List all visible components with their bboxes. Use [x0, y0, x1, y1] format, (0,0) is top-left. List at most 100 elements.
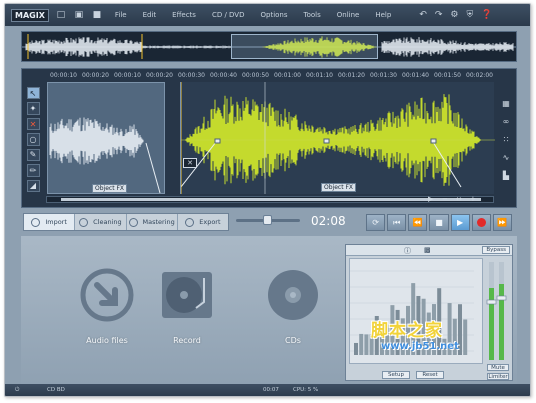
source-cds[interactable]: CDs [247, 254, 339, 364]
delete-tool-icon[interactable]: ✕ [26, 117, 40, 131]
scroll-thumb[interactable] [61, 198, 481, 201]
source-label-cds: CDs [285, 336, 301, 345]
shield-icon[interactable]: ⛨ [467, 10, 474, 20]
spectrum-view-icon[interactable]: ▙ [501, 171, 512, 180]
limiter-button[interactable]: Limiter [487, 373, 509, 380]
snap-icon[interactable]: ∷ [501, 135, 512, 144]
menu-item-edit[interactable]: Edit [143, 11, 157, 19]
record-icon[interactable] [471, 214, 491, 231]
tab-mastering-label: Mastering [142, 218, 175, 226]
tab-export[interactable]: Export [178, 214, 228, 230]
crossfade-icon[interactable]: ✕ [183, 158, 197, 168]
volume-tool-icon[interactable]: ◢ [26, 179, 40, 192]
tab-import-label: Import [45, 218, 67, 226]
zoom-in-icon[interactable]: + [470, 195, 476, 203]
ruler-tick-label: 00:02:00 [466, 72, 493, 79]
info-icon[interactable]: ⓘ [404, 246, 411, 256]
zoom-out-icon[interactable]: − [442, 195, 448, 203]
source-record[interactable]: Record [141, 254, 233, 364]
menu-item-file[interactable]: File [115, 11, 127, 19]
tab-export-label: Export [199, 218, 221, 226]
volume-slider[interactable] [236, 215, 300, 225]
object-fx-button-left[interactable]: Object FX [92, 184, 128, 193]
ruler-tick-label: 00:01:10 [306, 72, 333, 79]
ruler-tick-label: 00:00:40 [210, 72, 237, 79]
main-menu: File Edit Effects CD / DVD Options Tools… [115, 11, 407, 19]
overview-waveform[interactable] [21, 31, 517, 62]
wave-view-icon[interactable]: ∿ [501, 153, 512, 162]
source-label-audio-files: Audio files [86, 336, 128, 345]
menu-item-effects[interactable]: Effects [172, 11, 196, 19]
play-small-icon[interactable]: ▶ [428, 195, 433, 203]
tab-import[interactable]: Import [24, 214, 76, 230]
tab-mastering[interactable]: Mastering [127, 214, 178, 230]
spectrum-icon[interactable]: ▩ [424, 246, 431, 254]
app-logo: MAGIX [11, 8, 49, 22]
mastering-tab-icon [128, 217, 138, 227]
pointer-tool-icon[interactable]: ↖ [26, 87, 40, 100]
ruler-tick-label: 00:01:20 [338, 72, 365, 79]
source-audio-files[interactable]: Audio files [61, 254, 153, 364]
cut-tool-icon[interactable]: ✦ [26, 102, 40, 115]
ruler-tick-label: 00:00:20 [146, 72, 173, 79]
pencil-tool-icon[interactable]: ✎ [26, 148, 40, 162]
settings-icon[interactable]: ⚙ [450, 10, 458, 20]
ruler-tick-label: 00:00:50 [242, 72, 269, 79]
export-tab-icon [185, 217, 195, 227]
zoom-tool-icon[interactable]: ○ [26, 133, 40, 146]
waveform-right [181, 82, 495, 194]
time-display: 02:08 [311, 214, 346, 228]
menu-item-options[interactable]: Options [261, 11, 288, 19]
horizontal-scrollbar[interactable] [46, 196, 494, 203]
level-meters [486, 258, 509, 364]
audio-object-right[interactable]: Object FX ✕ [180, 82, 495, 194]
stop-icon[interactable]: ■ [429, 214, 449, 231]
ruler-tick-label: 00:01:40 [402, 72, 429, 79]
setup-button[interactable]: Setup [382, 371, 410, 379]
open-folder-icon[interactable]: ▣ [73, 9, 85, 21]
audio-object-left[interactable]: Object FX [47, 82, 165, 194]
skip-back-icon[interactable]: ⏮ [387, 214, 407, 231]
loop-icon[interactable]: ⟳ [366, 214, 386, 231]
status-cd: CD BD [47, 387, 65, 393]
play-icon[interactable]: ▶ [450, 214, 470, 231]
object-fx-button-right[interactable]: Object FX [321, 183, 357, 192]
ruler-tick-label: 00:01:50 [434, 72, 461, 79]
import-tab-icon [31, 217, 41, 227]
grid-view-icon[interactable]: ▦ [501, 99, 512, 108]
new-file-icon[interactable]: □ [55, 9, 67, 21]
master-meter-panel: ⓘ ▩ Bypass Setup Reset Mute Limiter [345, 244, 513, 381]
tab-cleaning-label: Cleaning [93, 218, 122, 226]
tool-palette: ↖ ✦ ✕ ○ ✎ ✏ ◢ [24, 87, 42, 195]
link-icon[interactable]: ∞ [501, 117, 512, 126]
menu-item-cd-dvd[interactable]: CD / DVD [212, 11, 245, 19]
reset-button[interactable]: Reset [416, 371, 444, 379]
tab-cleaning[interactable]: Cleaning [75, 214, 127, 230]
redo-icon[interactable]: ↷ [435, 10, 443, 20]
turntable-icon [162, 272, 212, 318]
cleaning-tab-icon [79, 217, 89, 227]
volume-slider-knob[interactable] [263, 215, 272, 225]
import-arrow-icon [80, 268, 134, 322]
status-time: 00:07 [263, 387, 279, 393]
menu-item-online[interactable]: Online [337, 11, 360, 19]
bypass-button[interactable]: Bypass [482, 246, 510, 254]
status-bar: ⏻ CD BD 00:07 CPU: 5 % [5, 384, 530, 396]
fast-forward-icon[interactable]: ⏩ [492, 214, 512, 231]
time-ruler[interactable]: 00:00:10 00:00:20 00:00:10 00:00:20 00:00:30… [46, 71, 494, 81]
watermark-url: www.jb51.net [381, 341, 459, 352]
menu-item-help[interactable]: Help [375, 11, 391, 19]
rewind-icon[interactable]: ⏪ [408, 214, 428, 231]
draw-tool-icon[interactable]: ✏ [26, 164, 40, 177]
menu-item-tools[interactable]: Tools [304, 11, 321, 19]
undo-icon[interactable]: ↶ [419, 10, 427, 20]
waveform-editor[interactable]: 00:00:10 00:00:20 00:00:10 00:00:20 00:00:30… [21, 68, 517, 208]
ruler-tick-label: 00:00:10 [50, 72, 77, 79]
overview-visible-range[interactable] [231, 34, 378, 59]
save-icon[interactable]: ■ [91, 9, 103, 21]
transport-controls: ⟳ ⏮ ⏪ ■ ▶ ⏩ [366, 214, 514, 232]
status-power-icon[interactable]: ⏻ [15, 387, 19, 394]
mute-button[interactable]: Mute [487, 364, 509, 371]
zoom-fit-icon[interactable]: ↔ [456, 195, 462, 203]
help-icon[interactable]: ❓ [481, 10, 492, 20]
